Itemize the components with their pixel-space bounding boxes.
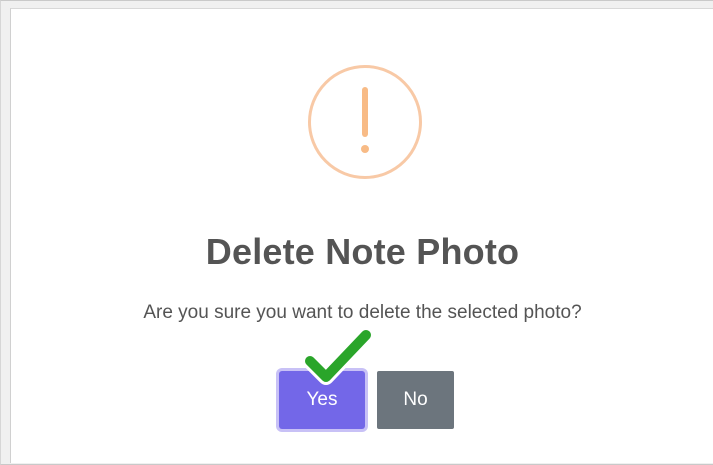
dialog-title: Delete Note Photo <box>205 231 520 272</box>
exclamation-glyph <box>361 87 369 153</box>
warning-exclamation-icon <box>308 65 422 179</box>
no-button[interactable]: No <box>377 371 454 429</box>
exclamation-mark <box>311 68 419 176</box>
dialog-message: Are you sure you want to delete the sele… <box>143 302 582 323</box>
green-checkmark-icon <box>302 327 374 385</box>
confirm-delete-dialog: Delete Note Photo Are you sure you want … <box>10 8 713 463</box>
screenshot-stage: Delete Note Photo Are you sure you want … <box>0 0 713 465</box>
